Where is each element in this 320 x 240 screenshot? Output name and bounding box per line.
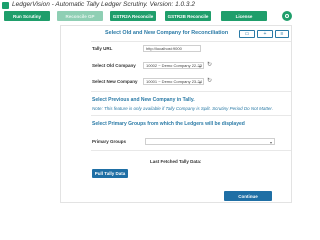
tab-gstr2a-reconcile[interactable]: GSTR2A Reconcile (110, 11, 156, 21)
divider (91, 41, 291, 42)
pull-tally-data-button[interactable]: Pull Tally Data (92, 169, 128, 178)
new-icon: ▭ (244, 30, 250, 37)
chevron-down-icon: ▾ (198, 64, 201, 69)
refresh-icon[interactable]: ↻ (207, 62, 212, 69)
old-company-select[interactable]: 10002 ~ Demo Company 22-23 ▾ (143, 62, 204, 69)
divider (91, 150, 291, 151)
divider (91, 115, 291, 116)
previous-new-heading: Select Previous and New Company in Tally… (92, 97, 195, 103)
new-company-value: 10001 ~ Demo Company 23-24 (146, 79, 202, 84)
chevron-down-icon: ▾ (198, 80, 201, 85)
note-text: Note: This feature is only available if … (92, 106, 273, 111)
add-button[interactable]: + (257, 30, 273, 38)
last-fetched-label: Last Fetched Tally Data: (150, 159, 202, 164)
tab-run-scrutiny[interactable]: Run Scrutiny (4, 11, 50, 21)
tab-reconcile-gp[interactable]: Reconcile GP (57, 11, 103, 21)
app-title: LedgerVision - Automatic Tally Ledger Sc… (12, 1, 195, 8)
old-company-label: Select Old Company (92, 63, 136, 68)
tab-gstr2b-reconcile[interactable]: GSTR2B Reconcile (165, 11, 211, 21)
tab-license[interactable]: License (221, 11, 267, 21)
old-company-value: 10002 ~ Demo Company 22-23 (146, 63, 202, 68)
primary-groups-label: Primary Groups (92, 139, 127, 144)
new-button[interactable]: ▭ (239, 30, 255, 38)
divider (91, 91, 291, 92)
new-company-label: Select New Company (92, 79, 138, 84)
app-logo-icon (2, 2, 9, 9)
menu-button[interactable]: ≡ (275, 30, 289, 38)
primary-groups-select[interactable]: ▾ (145, 138, 275, 145)
chevron-down-icon: ▾ (269, 140, 272, 145)
menu-icon: ≡ (280, 30, 284, 37)
content-panel: Select Old and New Company for Reconcili… (60, 25, 292, 203)
form-heading: Select Old and New Company for Reconcili… (105, 30, 229, 36)
title-bar: LedgerVision - Automatic Tally Ledger Sc… (0, 0, 300, 11)
add-icon: + (263, 30, 267, 37)
refresh-icon[interactable]: ↻ (207, 78, 212, 85)
tally-url-label: Tally URL (92, 46, 113, 51)
continue-button[interactable]: Continue (224, 191, 272, 201)
tab-strip: Run Scrutiny Reconcile GP GSTR2A Reconci… (0, 11, 300, 25)
tally-url-input[interactable]: http://localhost:9000 (143, 45, 201, 52)
gear-icon[interactable] (282, 11, 292, 21)
new-company-select[interactable]: 10001 ~ Demo Company 23-24 ▾ (143, 78, 204, 85)
primary-groups-heading: Select Primary Groups from which the Led… (92, 121, 245, 127)
